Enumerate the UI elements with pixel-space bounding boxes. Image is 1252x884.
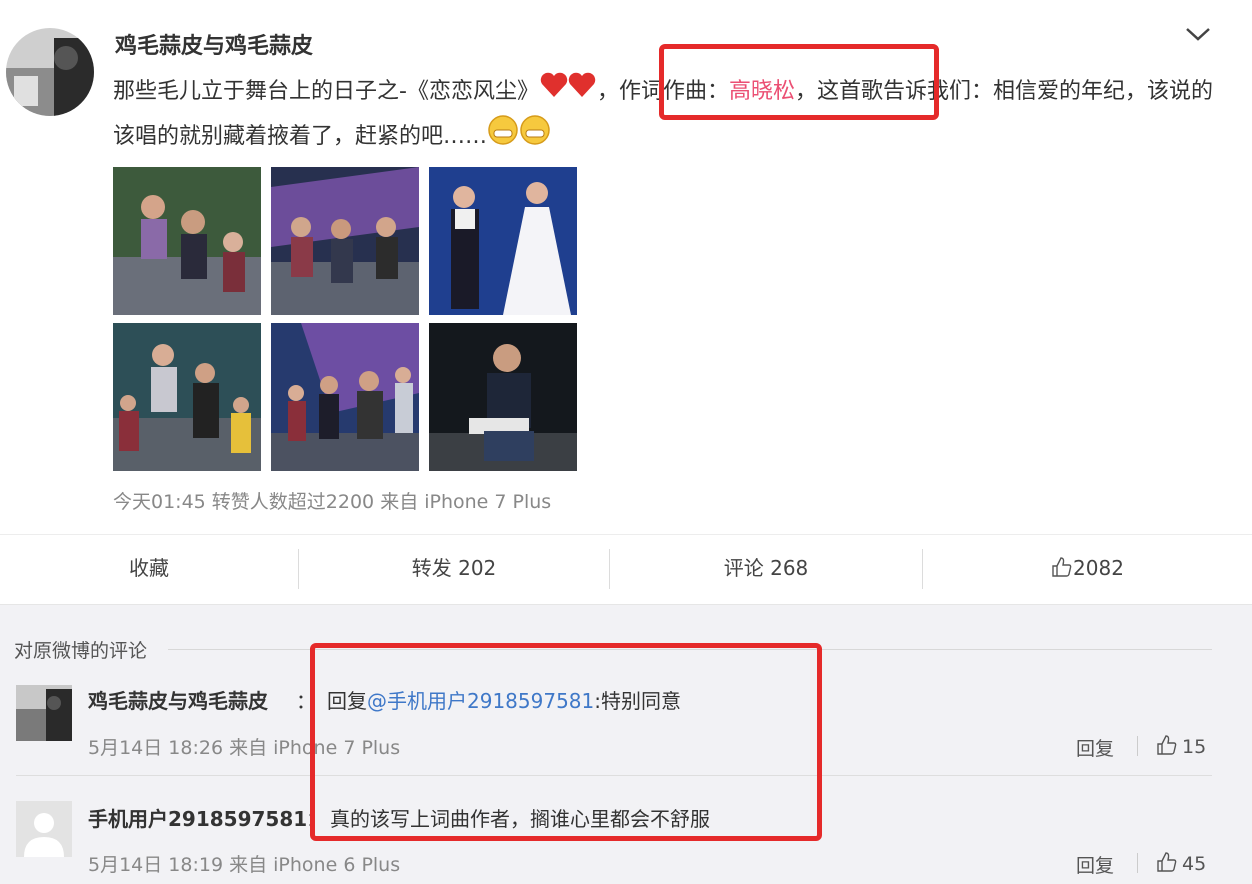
photo-thumbnail[interactable] [429, 323, 577, 471]
photo-thumbnail[interactable] [113, 167, 261, 315]
repost-label: 转发 202 [411, 556, 497, 580]
comments-section: 对原微博的评论 鸡毛蒜皮与鸡毛蒜皮 ： 回复@手机用户2918597581:特别… [0, 605, 1252, 884]
thumbs-up-icon [1157, 735, 1177, 755]
separator [1137, 736, 1138, 756]
photo-thumbnail[interactable] [113, 323, 261, 471]
reply-button[interactable]: 回复 [1076, 734, 1114, 761]
commenter-name[interactable]: 手机用户2918597581 [88, 803, 307, 832]
thumbs-up-icon [1157, 852, 1177, 872]
comment-like-count: 45 [1182, 853, 1207, 875]
photo-thumbnail[interactable] [271, 323, 419, 471]
weibo-post-card: 鸡毛蒜皮与鸡毛蒜皮 那些毛儿立于舞台上的日子之-《恋恋风尘》 ，作词作曲：高晓松，… [0, 0, 1252, 605]
like-count: 2082 [1073, 556, 1124, 580]
photo-thumbnail[interactable] [271, 167, 419, 315]
thumbs-up-icon [1051, 556, 1073, 580]
photo-grid [113, 167, 577, 471]
author-name[interactable]: 鸡毛蒜皮与鸡毛蒜皮 [115, 28, 313, 60]
favorite-button[interactable]: 收藏 [0, 535, 298, 605]
comment-meta: 5月14日 18:19 来自 iPhone 6 Plus [88, 854, 401, 876]
highlight-box-comments [310, 643, 822, 841]
comment-label: 评论 268 [723, 556, 809, 580]
commenter-name[interactable]: 鸡毛蒜皮与鸡毛蒜皮 [88, 685, 268, 714]
highlight-box-credit [659, 44, 939, 120]
heart-emoji-icon [539, 70, 597, 114]
commenter-avatar[interactable] [16, 801, 72, 857]
post-meta: 今天01:45 转赞人数超过2200 来自 iPhone 7 Plus [113, 491, 552, 513]
comment-like-button[interactable]: 45 [1156, 851, 1206, 875]
comments-title: 对原微博的评论 [14, 640, 148, 662]
chevron-down-icon[interactable] [1183, 22, 1213, 46]
commenter-avatar[interactable] [16, 685, 72, 741]
comment-like-count: 15 [1182, 736, 1207, 758]
author-avatar[interactable] [6, 28, 94, 116]
repost-button[interactable]: 转发 202 [299, 535, 609, 605]
reply-button[interactable]: 回复 [1076, 851, 1114, 878]
photo-thumbnail[interactable] [429, 167, 577, 315]
action-bar: 收藏 转发 202 评论 268 2082 [0, 534, 1252, 604]
grin-emoji-icon [487, 114, 553, 160]
comment-button[interactable]: 评论 268 [610, 535, 922, 605]
comment-like-button[interactable]: 15 [1156, 734, 1206, 758]
post-text-part1: 那些毛儿立于舞台上的日子之-《恋恋风尘》 [113, 79, 539, 104]
like-button[interactable]: 2082 [923, 535, 1252, 605]
separator [1137, 853, 1138, 873]
favorite-label: 收藏 [129, 556, 169, 580]
